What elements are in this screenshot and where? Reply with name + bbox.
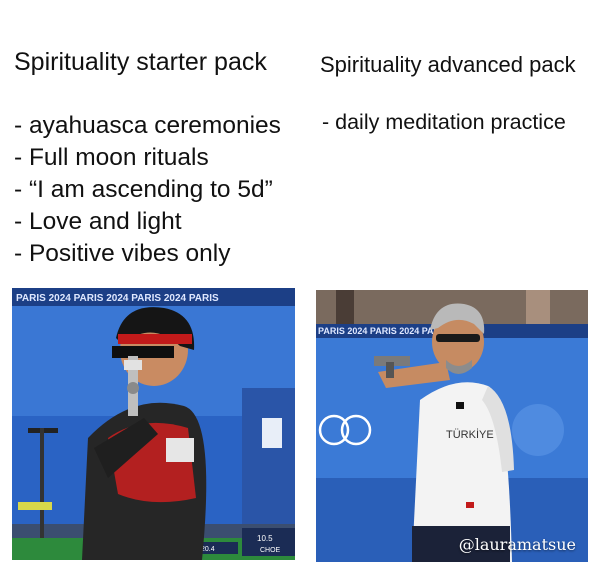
score-tag: CHOE <box>260 547 281 554</box>
list-item: - Love and light <box>14 208 182 235</box>
right-column-title: Spirituality advanced pack <box>320 52 576 77</box>
list-item: - daily meditation practice <box>322 110 566 134</box>
shirt-text: TÜRKİYE <box>446 428 494 441</box>
score-big: 10.5 <box>257 534 273 543</box>
left-column-title: Spirituality starter pack <box>14 48 267 76</box>
left-photo: PARIS 2024 PARIS 2024 PARIS 2024 PARIS 1… <box>12 288 295 560</box>
list-item: - Positive vibes only <box>14 240 231 267</box>
advanced-pack-list: - daily meditation practice <box>322 108 566 136</box>
banner-text: PARIS 2024 PARIS 2024 PARIS 2024 PARIS <box>16 293 219 304</box>
list-item: - Full moon rituals <box>14 144 209 171</box>
watermark: @lauramatsue <box>458 535 576 554</box>
right-photo: PARIS 2024 PARIS 2024 PARIS 2024 TÜRKİYE… <box>316 290 588 562</box>
list-item: - ayahuasca ceremonies <box>14 112 281 139</box>
starter-pack-list: - ayahuasca ceremonies - Full moon ritua… <box>14 110 281 270</box>
list-item: - “I am ascending to 5d” <box>14 176 273 203</box>
